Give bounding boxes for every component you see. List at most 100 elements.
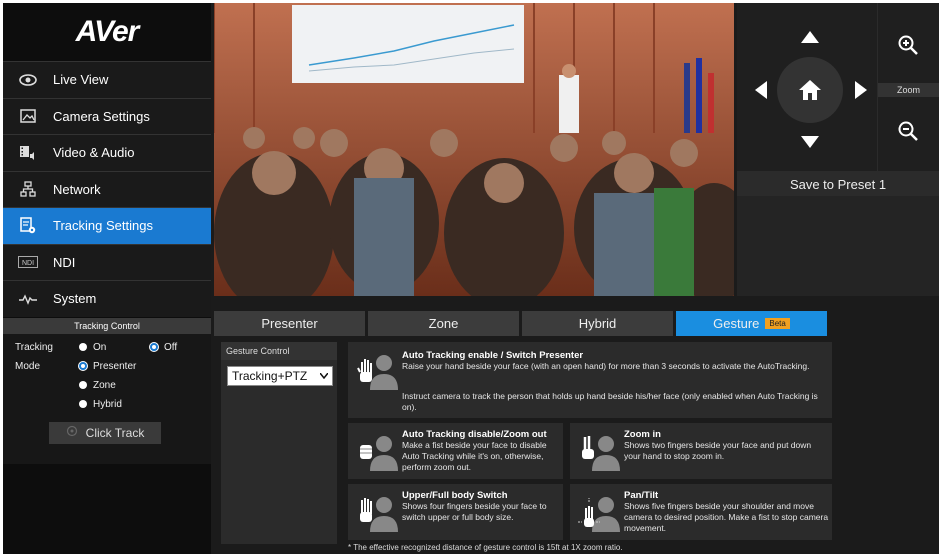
- radio-label: Presenter: [93, 360, 137, 372]
- click-track-button[interactable]: Click Track: [49, 421, 161, 444]
- pulse-icon: [17, 290, 39, 308]
- radio-indicator-selected: [79, 362, 87, 370]
- sidebar-item-label: Camera Settings: [53, 108, 150, 124]
- settings-doc-icon: [17, 217, 39, 235]
- card-title: Auto Tracking disable/Zoom out: [402, 429, 547, 440]
- zoom-in-icon[interactable]: [898, 35, 918, 55]
- tab-label: Gesture: [713, 316, 760, 331]
- sidebar-item-label: Network: [53, 181, 101, 197]
- app-frame: AVer Live View Camera Settings Video & A…: [3, 3, 939, 554]
- gesture-control-panel: Gesture Control Tracking+PTZ: [221, 342, 337, 544]
- card-description: Make a fist beside your face to disable …: [402, 440, 547, 472]
- pan-right-arrow-icon[interactable]: [855, 81, 867, 99]
- sidebar-item-ndi[interactable]: NDI NDI: [3, 243, 211, 280]
- tracking-mode-tabs: Presenter Zone Hybrid Gesture Beta: [214, 311, 939, 336]
- save-to-preset-button[interactable]: Save to Preset 1: [737, 173, 939, 195]
- direction-pad: [737, 3, 877, 171]
- radio-label: Zone: [93, 379, 116, 391]
- radio-label: On: [93, 341, 107, 353]
- ndi-icon: NDI: [17, 253, 39, 271]
- film-speaker-icon: [17, 144, 39, 162]
- gesture-content: Gesture Control Tracking+PTZ Auto Tracki…: [214, 337, 939, 554]
- gesture-card-body-switch: Upper/Full body Switch Shows four finger…: [348, 484, 563, 540]
- zoom-out-icon[interactable]: [898, 121, 918, 141]
- zoom-label: Zoom: [878, 83, 939, 97]
- sidebar-item-video-audio[interactable]: Video & Audio: [3, 134, 211, 171]
- sidebar-item-camera-settings[interactable]: Camera Settings: [3, 97, 211, 134]
- tab-bar-fill: [830, 311, 939, 336]
- eye-icon: [17, 71, 39, 89]
- pan-down-arrow-icon[interactable]: [801, 136, 819, 148]
- fist-gesture-icon: [360, 436, 398, 471]
- sidebar-item-network[interactable]: Network: [3, 170, 211, 207]
- tracking-on-radio[interactable]: On: [79, 342, 106, 353]
- card-title: Pan/Tilt: [624, 490, 659, 501]
- tab-zone[interactable]: Zone: [368, 311, 519, 336]
- gesture-footnote: * The effective recognized distance of g…: [348, 543, 623, 552]
- sidebar-item-label: System: [53, 291, 97, 307]
- click-track-label: Click Track: [85, 425, 145, 440]
- live-video-feed[interactable]: [214, 3, 734, 296]
- gesture-mode-select[interactable]: Tracking+PTZ: [227, 366, 333, 386]
- tracking-off-radio[interactable]: Off: [150, 342, 177, 353]
- radio-label: Off: [164, 341, 178, 353]
- tab-gesture[interactable]: Gesture Beta: [676, 311, 827, 336]
- chevron-down-icon: [320, 373, 328, 379]
- radio-indicator-selected: [150, 343, 158, 351]
- card-description: Shows five fingers beside your shoulder …: [624, 501, 829, 533]
- sidebar-item-live-view[interactable]: Live View: [3, 61, 211, 98]
- select-value: Tracking+PTZ: [232, 369, 308, 383]
- target-icon: [66, 425, 78, 440]
- card-title: Auto Tracking enable / Switch Presenter: [402, 350, 584, 361]
- tab-label: Presenter: [261, 316, 318, 331]
- tracking-control-panel: Tracking Mode On Off Presenter Zone Hybr…: [3, 333, 211, 464]
- sidebar-item-tracking-settings[interactable]: Tracking Settings: [3, 207, 211, 244]
- home-position-button[interactable]: [777, 57, 843, 123]
- pan-tilt-gesture-icon: [578, 497, 620, 532]
- radio-indicator: [79, 400, 87, 408]
- two-fingers-gesture-icon: [582, 436, 620, 471]
- radio-label: Hybrid: [93, 398, 122, 410]
- gesture-card-tracking-disable: Auto Tracking disable/Zoom out Make a fi…: [348, 423, 563, 479]
- gesture-card-tracking-enable: Auto Tracking enable / Switch Presenter …: [348, 342, 832, 418]
- beta-badge: Beta: [765, 318, 790, 329]
- sidebar-item-label: Tracking Settings: [53, 218, 153, 234]
- sidebar-item-label: NDI: [53, 254, 76, 270]
- radio-indicator: [79, 343, 87, 351]
- mode-label: Mode: [15, 360, 41, 372]
- card-description: Instruct camera to track the person that…: [402, 391, 818, 412]
- sidebar-item-label: Live View: [53, 72, 109, 88]
- tracking-control-header: Tracking Control: [3, 317, 211, 334]
- aver-logo: AVer: [75, 15, 140, 48]
- card-description: Shows two fingers beside your face and p…: [624, 440, 812, 461]
- svg-text:NDI: NDI: [22, 260, 34, 267]
- card-title: Zoom in: [624, 429, 661, 440]
- tracking-label: Tracking: [15, 341, 53, 353]
- tab-label: Hybrid: [578, 316, 617, 331]
- mode-presenter-radio[interactable]: Presenter: [79, 361, 136, 372]
- gesture-card-pan-tilt: Pan/Tilt Shows five fingers beside your …: [570, 484, 832, 540]
- mode-hybrid-radio[interactable]: Hybrid: [79, 399, 122, 410]
- card-description: Shows four fingers beside your face to s…: [402, 501, 547, 522]
- radio-indicator: [79, 381, 87, 389]
- sidebar: AVer Live View Camera Settings Video & A…: [3, 3, 211, 554]
- ptz-control-panel: Zoom Save to Preset 1: [737, 3, 939, 296]
- image-icon: [17, 107, 39, 125]
- tab-label: Zone: [428, 316, 459, 331]
- card-title: Upper/Full body Switch: [402, 490, 508, 501]
- tab-hybrid[interactable]: Hybrid: [522, 311, 673, 336]
- gesture-card-zoom-in: Zoom in Shows two fingers beside your fa…: [570, 423, 832, 479]
- network-icon: [17, 180, 39, 198]
- sidebar-item-system[interactable]: System: [3, 280, 211, 317]
- tab-presenter[interactable]: Presenter: [214, 311, 365, 336]
- pan-up-arrow-icon[interactable]: [801, 31, 819, 43]
- pan-left-arrow-icon[interactable]: [755, 81, 767, 99]
- projector-screen: [292, 5, 524, 83]
- four-fingers-gesture-icon: [360, 497, 398, 532]
- gesture-control-title: Gesture Control: [221, 342, 337, 360]
- preset-area: [737, 196, 939, 296]
- sidebar-item-label: Video & Audio: [53, 145, 135, 161]
- open-hand-gesture-icon: [357, 355, 398, 390]
- mode-zone-radio[interactable]: Zone: [79, 380, 116, 391]
- home-icon: [799, 80, 821, 100]
